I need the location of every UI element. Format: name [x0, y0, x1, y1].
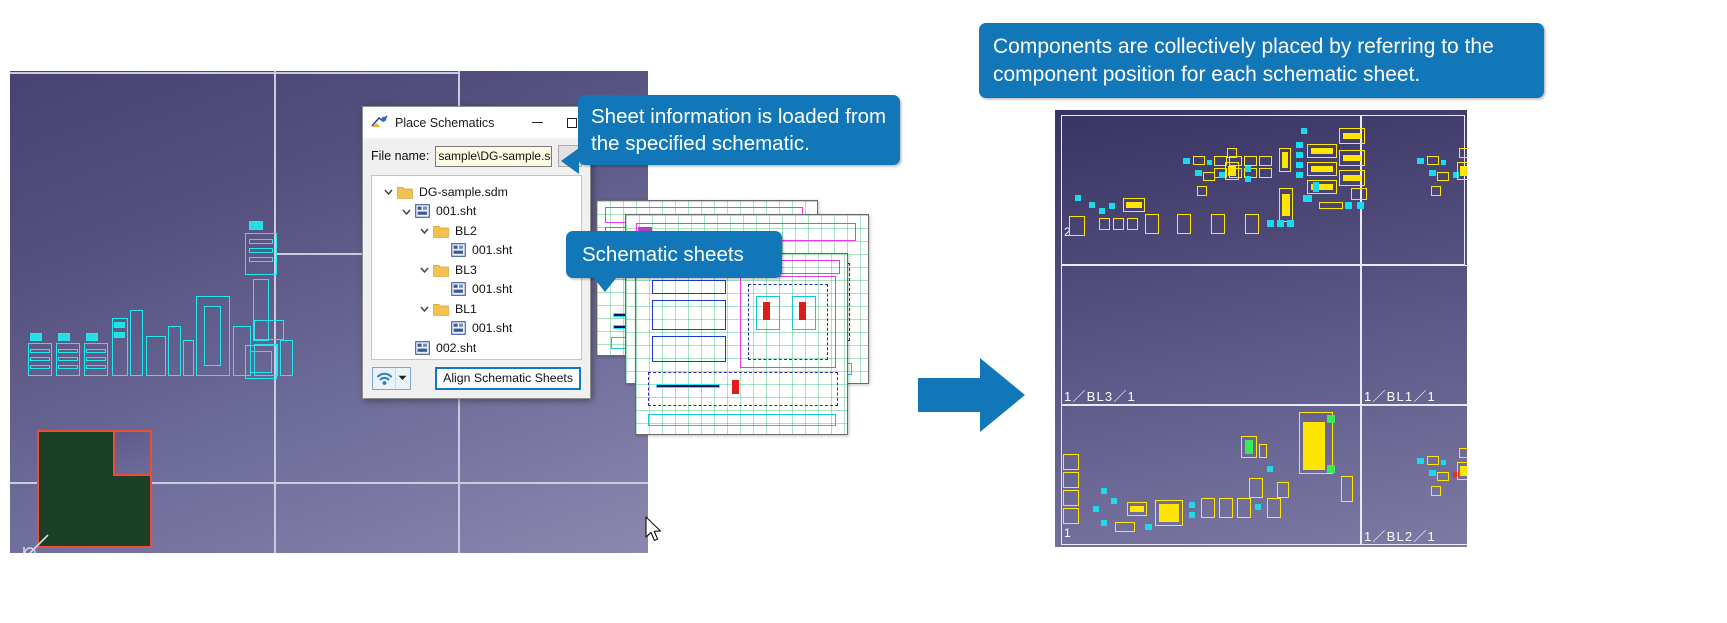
- tree-item-label: 001.sht: [472, 282, 513, 297]
- board-label-bottom-left: 1: [1064, 526, 1071, 540]
- board-quadrant-top-right: [1361, 115, 1465, 265]
- tree-item-label: BL1: [455, 301, 477, 316]
- board-quadrant-bottom-right: [1361, 405, 1467, 545]
- board-label-mid-right: 1／BL1／1: [1364, 389, 1436, 404]
- chevron-down-icon[interactable]: [418, 224, 431, 237]
- tree-item-dg-sample-sdm[interactable]: DG-sample.sdm: [376, 182, 577, 202]
- minimize-button[interactable]: [523, 108, 551, 137]
- tree-item-label: 001.sht: [472, 321, 513, 336]
- align-schematic-sheets-button[interactable]: Align Schematic Sheets: [435, 366, 581, 390]
- board-label-mid-left: 1／BL3／1: [1064, 389, 1136, 404]
- sheet-icon: [451, 321, 466, 336]
- connection-dropdown[interactable]: [372, 366, 411, 390]
- right-arrow-icon: [918, 358, 1025, 432]
- origin-marker-icon: [23, 534, 49, 553]
- tree-item-label: 001.sht: [472, 243, 513, 258]
- dialog-title: Place Schematics: [395, 115, 495, 130]
- callout-text: Sheet information is loaded from the spe…: [591, 105, 887, 156]
- pcb-board-outline[interactable]: [37, 430, 152, 548]
- chevron-down-icon[interactable]: [400, 205, 413, 218]
- schematic-tree[interactable]: DG-sample.sdm 001.sht BL2 001.sht BL3 00…: [371, 175, 582, 360]
- sheet-icon: [415, 340, 430, 355]
- tree-item-bl3[interactable]: BL3: [376, 260, 577, 280]
- callout-components-placed: Components are collectively placed by re…: [979, 23, 1544, 99]
- board-quadrant-mid-left: [1061, 265, 1361, 405]
- cad-tall-component: [245, 221, 279, 381]
- tree-item-001-sht-top[interactable]: 001.sht: [376, 202, 577, 222]
- folder-icon: [397, 186, 413, 199]
- place-schematics-dialog[interactable]: Place Schematics File name: sample\DG-sa…: [362, 106, 591, 399]
- tree-item-label: 001.sht: [436, 204, 477, 219]
- callout-sheet-information: Sheet information is loaded from the spe…: [561, 95, 900, 174]
- tree-item-label: BL3: [455, 262, 477, 277]
- board-label-bottom-right: 1／BL2／1: [1364, 529, 1436, 544]
- chevron-down-icon[interactable]: [418, 263, 431, 276]
- folder-icon: [433, 264, 449, 277]
- file-name-label: File name:: [371, 149, 430, 163]
- folder-icon: [433, 225, 449, 238]
- dialog-body: File name: sample\DG-sample.sdm DG-sampl…: [363, 138, 590, 360]
- sheet-icon: [451, 243, 466, 258]
- chevron-down-icon[interactable]: [395, 367, 408, 389]
- chevron-down-icon[interactable]: [382, 185, 395, 198]
- tree-item-bl2-001-sht[interactable]: 001.sht: [376, 241, 577, 261]
- tree-item-bl2[interactable]: BL2: [376, 221, 577, 241]
- mouse-cursor-icon: [645, 516, 662, 542]
- sheet-icon: [415, 204, 430, 219]
- cad-guide-horizontal-top: [10, 72, 458, 74]
- schematic-sheet-thumbnail-3[interactable]: [635, 253, 848, 435]
- sheet-icon: [451, 282, 466, 297]
- screenshot-root: Place Schematics File name: sample\DG-sa…: [0, 0, 1727, 623]
- tree-item-002-sht[interactable]: 002.sht: [376, 338, 577, 358]
- dialog-footer: Align Schematic Sheets: [363, 358, 590, 398]
- callout-text: Components are collectively placed by re…: [993, 35, 1494, 86]
- tree-item-bl3-001-sht[interactable]: 001.sht: [376, 280, 577, 300]
- wifi-icon: [377, 372, 392, 385]
- file-name-row: File name: sample\DG-sample.sdm: [371, 144, 582, 168]
- schematic-app-icon: [371, 115, 388, 127]
- tree-item-label: 002.sht: [436, 340, 477, 355]
- dialog-titlebar[interactable]: Place Schematics: [363, 107, 590, 138]
- callout-text: Schematic sheets: [582, 243, 744, 266]
- folder-icon: [433, 303, 449, 316]
- file-name-input[interactable]: sample\DG-sample.sdm: [435, 145, 552, 167]
- tree-item-label: BL2: [455, 223, 477, 238]
- callout-schematic-sheets: Schematic sheets: [566, 231, 782, 293]
- placed-components-board-view[interactable]: 2 1／BL3／1 1／BL1／1 1 1／BL2／1: [1055, 110, 1467, 547]
- tree-item-bl1[interactable]: BL1: [376, 299, 577, 319]
- tree-item-bl1-001-sht[interactable]: 001.sht: [376, 319, 577, 339]
- tree-item-label: DG-sample.sdm: [419, 184, 508, 199]
- chevron-down-icon[interactable]: [418, 302, 431, 315]
- board-quadrant-mid-right: [1361, 265, 1467, 405]
